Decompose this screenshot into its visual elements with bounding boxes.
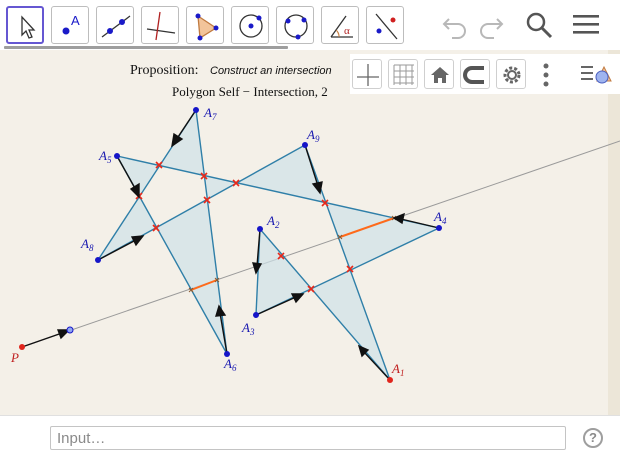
tool-line[interactable] bbox=[96, 6, 134, 44]
arrow-cursor-icon bbox=[21, 15, 36, 39]
label-a1: A1 bbox=[391, 361, 404, 378]
vertex-a7 bbox=[193, 107, 199, 113]
toolbar: A α bbox=[0, 0, 620, 50]
proposition-text: Construct an intersection bbox=[210, 65, 332, 77]
tool-circle-center[interactable] bbox=[231, 6, 269, 44]
settings-gear-icon bbox=[503, 66, 521, 84]
undo-icon[interactable] bbox=[440, 10, 470, 40]
input-help-button[interactable]: ? bbox=[583, 428, 603, 448]
toolbar-scroll-indicator bbox=[4, 46, 288, 49]
vertex-a3 bbox=[253, 312, 259, 318]
point-capturing-icon bbox=[463, 66, 484, 84]
reflect-line-icon bbox=[375, 13, 398, 40]
tool-reflect-line[interactable] bbox=[366, 6, 404, 44]
label-a3: A3 bbox=[241, 320, 255, 337]
vertex-a9 bbox=[302, 142, 308, 148]
proposition-label: Proposition: bbox=[130, 63, 198, 78]
input-bar bbox=[0, 415, 620, 461]
point-capturing-button[interactable] bbox=[460, 59, 490, 89]
graphics-style-bar bbox=[350, 54, 620, 94]
vertex-a1 bbox=[387, 377, 393, 383]
angle-icon: α bbox=[330, 15, 353, 38]
circle-three-points-icon bbox=[284, 14, 308, 40]
hamburger-menu-icon[interactable] bbox=[572, 10, 602, 40]
settings-button[interactable] bbox=[496, 59, 526, 89]
point-p bbox=[19, 344, 25, 350]
style-bar-toggle-icon[interactable] bbox=[580, 60, 614, 88]
line-point bbox=[66, 326, 74, 334]
axes-icon bbox=[357, 64, 379, 86]
label-a2: A2 bbox=[266, 213, 280, 230]
algebra-input-field[interactable] bbox=[50, 426, 566, 450]
perpendicular-line-icon bbox=[146, 11, 176, 41]
construction-drawing: A7 A9 A5 A8 A4 A2 A3 A6 A1 P Proposition… bbox=[10, 50, 620, 415]
grid-icon bbox=[393, 64, 414, 85]
vertex-a5 bbox=[114, 153, 120, 159]
more-vertical-icon[interactable] bbox=[538, 61, 554, 89]
vertex-a8 bbox=[95, 257, 101, 263]
label-a7: A7 bbox=[203, 105, 217, 122]
tool-angle-glyph: α bbox=[344, 25, 350, 37]
toggle-axes-button[interactable] bbox=[352, 59, 382, 89]
vertex-a2 bbox=[257, 226, 263, 232]
home-icon bbox=[431, 67, 449, 83]
tool-perpendicular-line[interactable] bbox=[141, 6, 179, 44]
label-p: P bbox=[10, 350, 19, 365]
tool-circle-three-points[interactable] bbox=[276, 6, 314, 44]
toggle-grid-button[interactable] bbox=[388, 59, 418, 89]
circle-center-point-icon bbox=[239, 14, 263, 38]
graphics-view[interactable]: A7 A9 A5 A8 A4 A2 A3 A6 A1 P Proposition… bbox=[0, 50, 620, 415]
label-a5: A5 bbox=[98, 148, 112, 165]
tool-angle[interactable]: α bbox=[321, 6, 359, 44]
point-icon: A bbox=[62, 13, 80, 35]
label-a8: A8 bbox=[80, 236, 94, 253]
search-icon[interactable] bbox=[524, 10, 554, 40]
line-through-points-icon bbox=[101, 15, 131, 38]
tool-move[interactable] bbox=[6, 6, 44, 44]
construction-subtitle: Polygon Self − Intersection, 2 bbox=[172, 84, 328, 99]
polygon-icon bbox=[195, 13, 219, 41]
label-a6: A6 bbox=[223, 356, 237, 373]
label-a4: A4 bbox=[433, 209, 447, 226]
tool-point-glyph: A bbox=[71, 13, 80, 28]
tool-point[interactable]: A bbox=[51, 6, 89, 44]
redo-icon[interactable] bbox=[476, 10, 506, 40]
standard-view-button[interactable] bbox=[424, 59, 454, 89]
label-a9: A9 bbox=[306, 127, 320, 144]
tool-polygon[interactable] bbox=[186, 6, 224, 44]
polygon-fill bbox=[98, 110, 439, 380]
